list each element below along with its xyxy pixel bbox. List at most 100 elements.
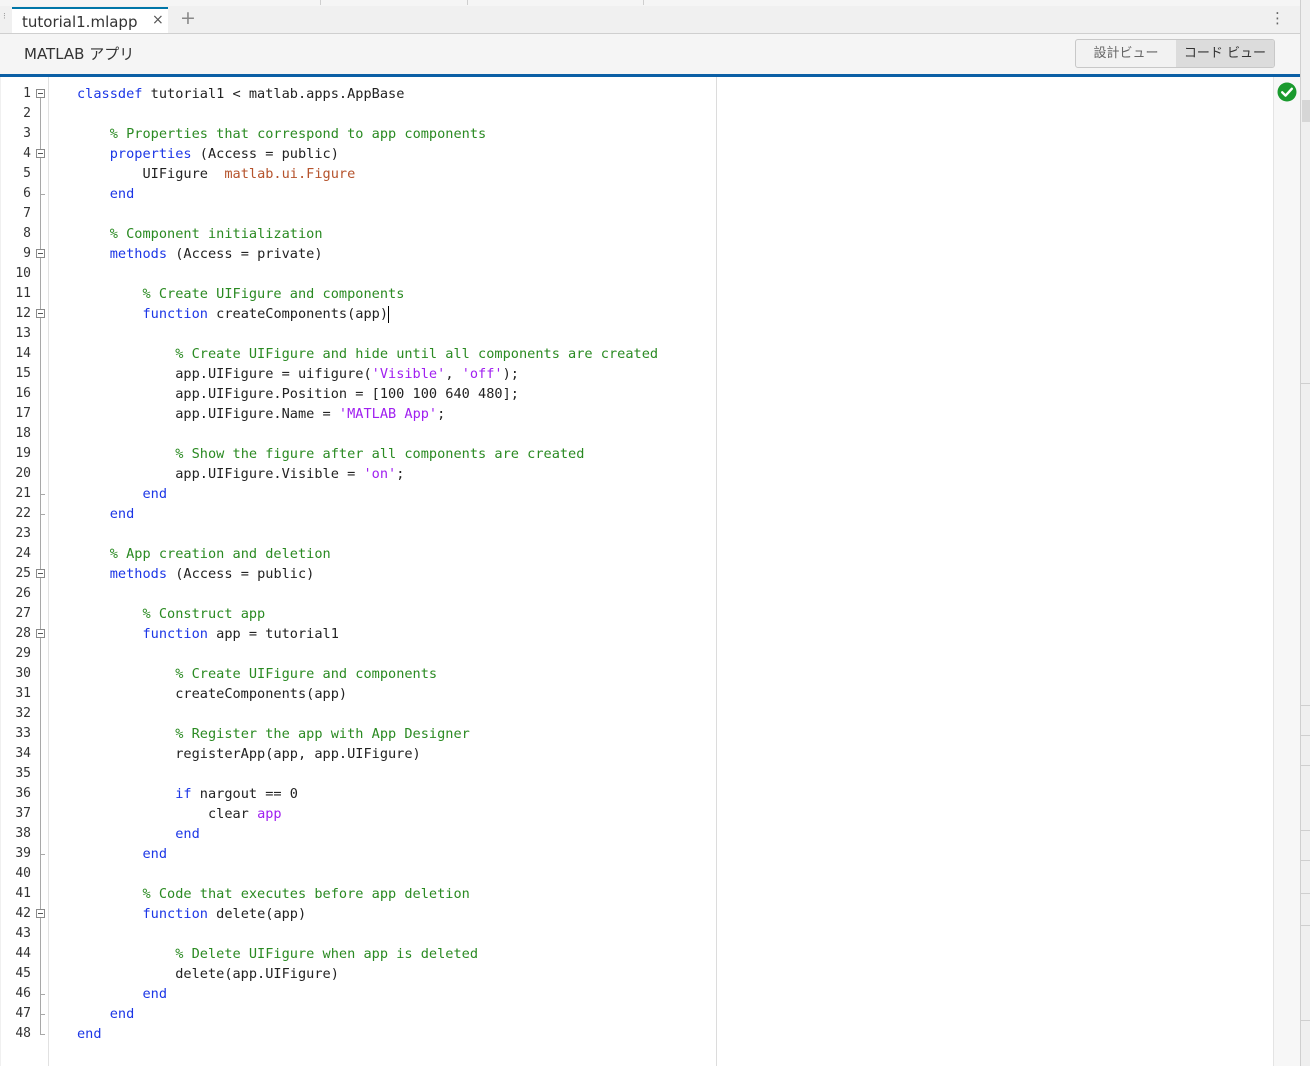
line-number: 46 bbox=[15, 986, 31, 1001]
code-line: registerApp(app, app.UIFigure) bbox=[77, 744, 421, 764]
line-number: 13 bbox=[15, 326, 31, 341]
line-number: 8 bbox=[23, 226, 31, 241]
line-number: 18 bbox=[15, 426, 31, 441]
line-number: 33 bbox=[15, 726, 31, 741]
fold-toggle[interactable] bbox=[36, 629, 45, 638]
comment-token: % App creation and deletion bbox=[109, 546, 331, 562]
line-number-gutter: 1 2 3 4 5 6 7 8 9 10 11 12 13 14 15 16 17 18 19 20 21 22 23 24 2… bbox=[1, 77, 49, 1066]
code-line: end bbox=[77, 484, 167, 504]
page-title: MATLAB アプリ bbox=[24, 45, 135, 63]
comment-token: % Show the figure after all components a… bbox=[175, 446, 585, 462]
tab-tutorial1[interactable]: tutorial1.mlapp × bbox=[12, 7, 168, 33]
line-number: 41 bbox=[15, 886, 31, 901]
line-number: 4 bbox=[23, 146, 31, 161]
comment-token: % Create UIFigure and hide until all com… bbox=[175, 346, 659, 362]
code-line: function app = tutorial1 bbox=[77, 624, 338, 644]
code-token: UIFigure bbox=[77, 166, 225, 182]
fold-toggle[interactable] bbox=[36, 249, 45, 258]
code-line: methods (Access = public) bbox=[77, 564, 315, 584]
code-line: end bbox=[77, 504, 135, 524]
scroll-divider bbox=[1301, 1020, 1310, 1021]
fold-end-marker bbox=[40, 1034, 45, 1035]
scroll-divider bbox=[1301, 925, 1310, 926]
line-number: 20 bbox=[15, 466, 31, 481]
keyword-token: end bbox=[109, 1006, 135, 1022]
fold-toggle[interactable] bbox=[36, 149, 45, 158]
scroll-divider bbox=[1301, 860, 1310, 861]
line-number: 45 bbox=[15, 966, 31, 981]
scroll-divider bbox=[1301, 383, 1310, 384]
code-token: (Access = public) bbox=[191, 146, 339, 162]
type-token: matlab.ui.Figure bbox=[224, 166, 356, 182]
code-line: end bbox=[77, 1004, 135, 1024]
line-number: 47 bbox=[15, 1006, 31, 1021]
string-token: 'Visible' bbox=[371, 366, 446, 382]
check-circle-icon[interactable] bbox=[1277, 82, 1297, 102]
code-token: app.UIFigure.Position = [100 100 640 480… bbox=[77, 386, 519, 402]
scroll-divider bbox=[1301, 830, 1310, 831]
more-options-icon[interactable]: ⋮ bbox=[1270, 9, 1285, 27]
code-token: ; bbox=[437, 406, 446, 422]
line-number: 5 bbox=[23, 166, 31, 181]
line-number: 42 bbox=[15, 906, 31, 921]
fold-end-marker bbox=[40, 854, 45, 855]
grip-icon[interactable]: ⁝ bbox=[3, 12, 6, 22]
comment-token: % Properties that correspond to app comp… bbox=[109, 126, 487, 142]
fold-toggle[interactable] bbox=[36, 909, 45, 918]
comment-token: % Component initialization bbox=[109, 226, 323, 242]
line-number: 12 bbox=[15, 306, 31, 321]
fold-toggle[interactable] bbox=[36, 89, 45, 98]
scrollbar-thumb[interactable] bbox=[1302, 100, 1310, 122]
line-number: 30 bbox=[15, 666, 31, 681]
close-icon[interactable]: × bbox=[152, 12, 164, 28]
fold-toggle[interactable] bbox=[36, 569, 45, 578]
code-line: % Register the app with App Designer bbox=[77, 724, 470, 744]
keyword-token: end bbox=[77, 1026, 102, 1042]
line-number: 14 bbox=[15, 346, 31, 361]
fold-end-marker bbox=[40, 194, 45, 195]
keyword-token: properties bbox=[109, 146, 192, 162]
code-area[interactable]: classdef tutorial1 < matlab.apps.AppBase… bbox=[49, 77, 1274, 1066]
code-view-button[interactable]: コード ビュー bbox=[1176, 40, 1274, 67]
fold-end-marker bbox=[40, 994, 45, 995]
add-tab-icon[interactable]: + bbox=[180, 7, 196, 29]
comment-token: % Register the app with App Designer bbox=[175, 726, 470, 742]
comment-token: % Construct app bbox=[142, 606, 266, 622]
keyword-token: function bbox=[142, 626, 208, 642]
code-token: delete(app) bbox=[207, 906, 307, 922]
code-token: app.UIFigure = uifigure( bbox=[77, 366, 372, 382]
fold-toggle[interactable] bbox=[36, 309, 45, 318]
code-token: (Access = private) bbox=[167, 246, 323, 262]
line-number: 38 bbox=[15, 826, 31, 841]
keyword-token: end bbox=[109, 506, 135, 522]
line-number: 29 bbox=[15, 646, 31, 661]
code-line: end bbox=[77, 184, 135, 204]
line-number: 32 bbox=[15, 706, 31, 721]
code-token: clear bbox=[77, 806, 258, 822]
code-line: app.UIFigure.Visible = 'on'; bbox=[77, 464, 404, 484]
code-editor[interactable]: 1 2 3 4 5 6 7 8 9 10 11 12 13 14 15 16 17 18 19 20 21 22 23 24 2… bbox=[1, 77, 1299, 1066]
document-tab-bar: ⁝ tutorial1.mlapp × + ⋮ bbox=[0, 6, 1300, 34]
line-number: 1 bbox=[23, 86, 31, 101]
right-panel-scrollbar[interactable] bbox=[1300, 0, 1310, 1066]
line-number: 27 bbox=[15, 606, 31, 621]
code-line: methods (Access = private) bbox=[77, 244, 323, 264]
string-token: 'MATLAB App' bbox=[338, 406, 438, 422]
line-number: 43 bbox=[15, 926, 31, 941]
line-number: 7 bbox=[23, 206, 31, 221]
design-view-button[interactable]: 設計ビュー bbox=[1076, 40, 1176, 67]
